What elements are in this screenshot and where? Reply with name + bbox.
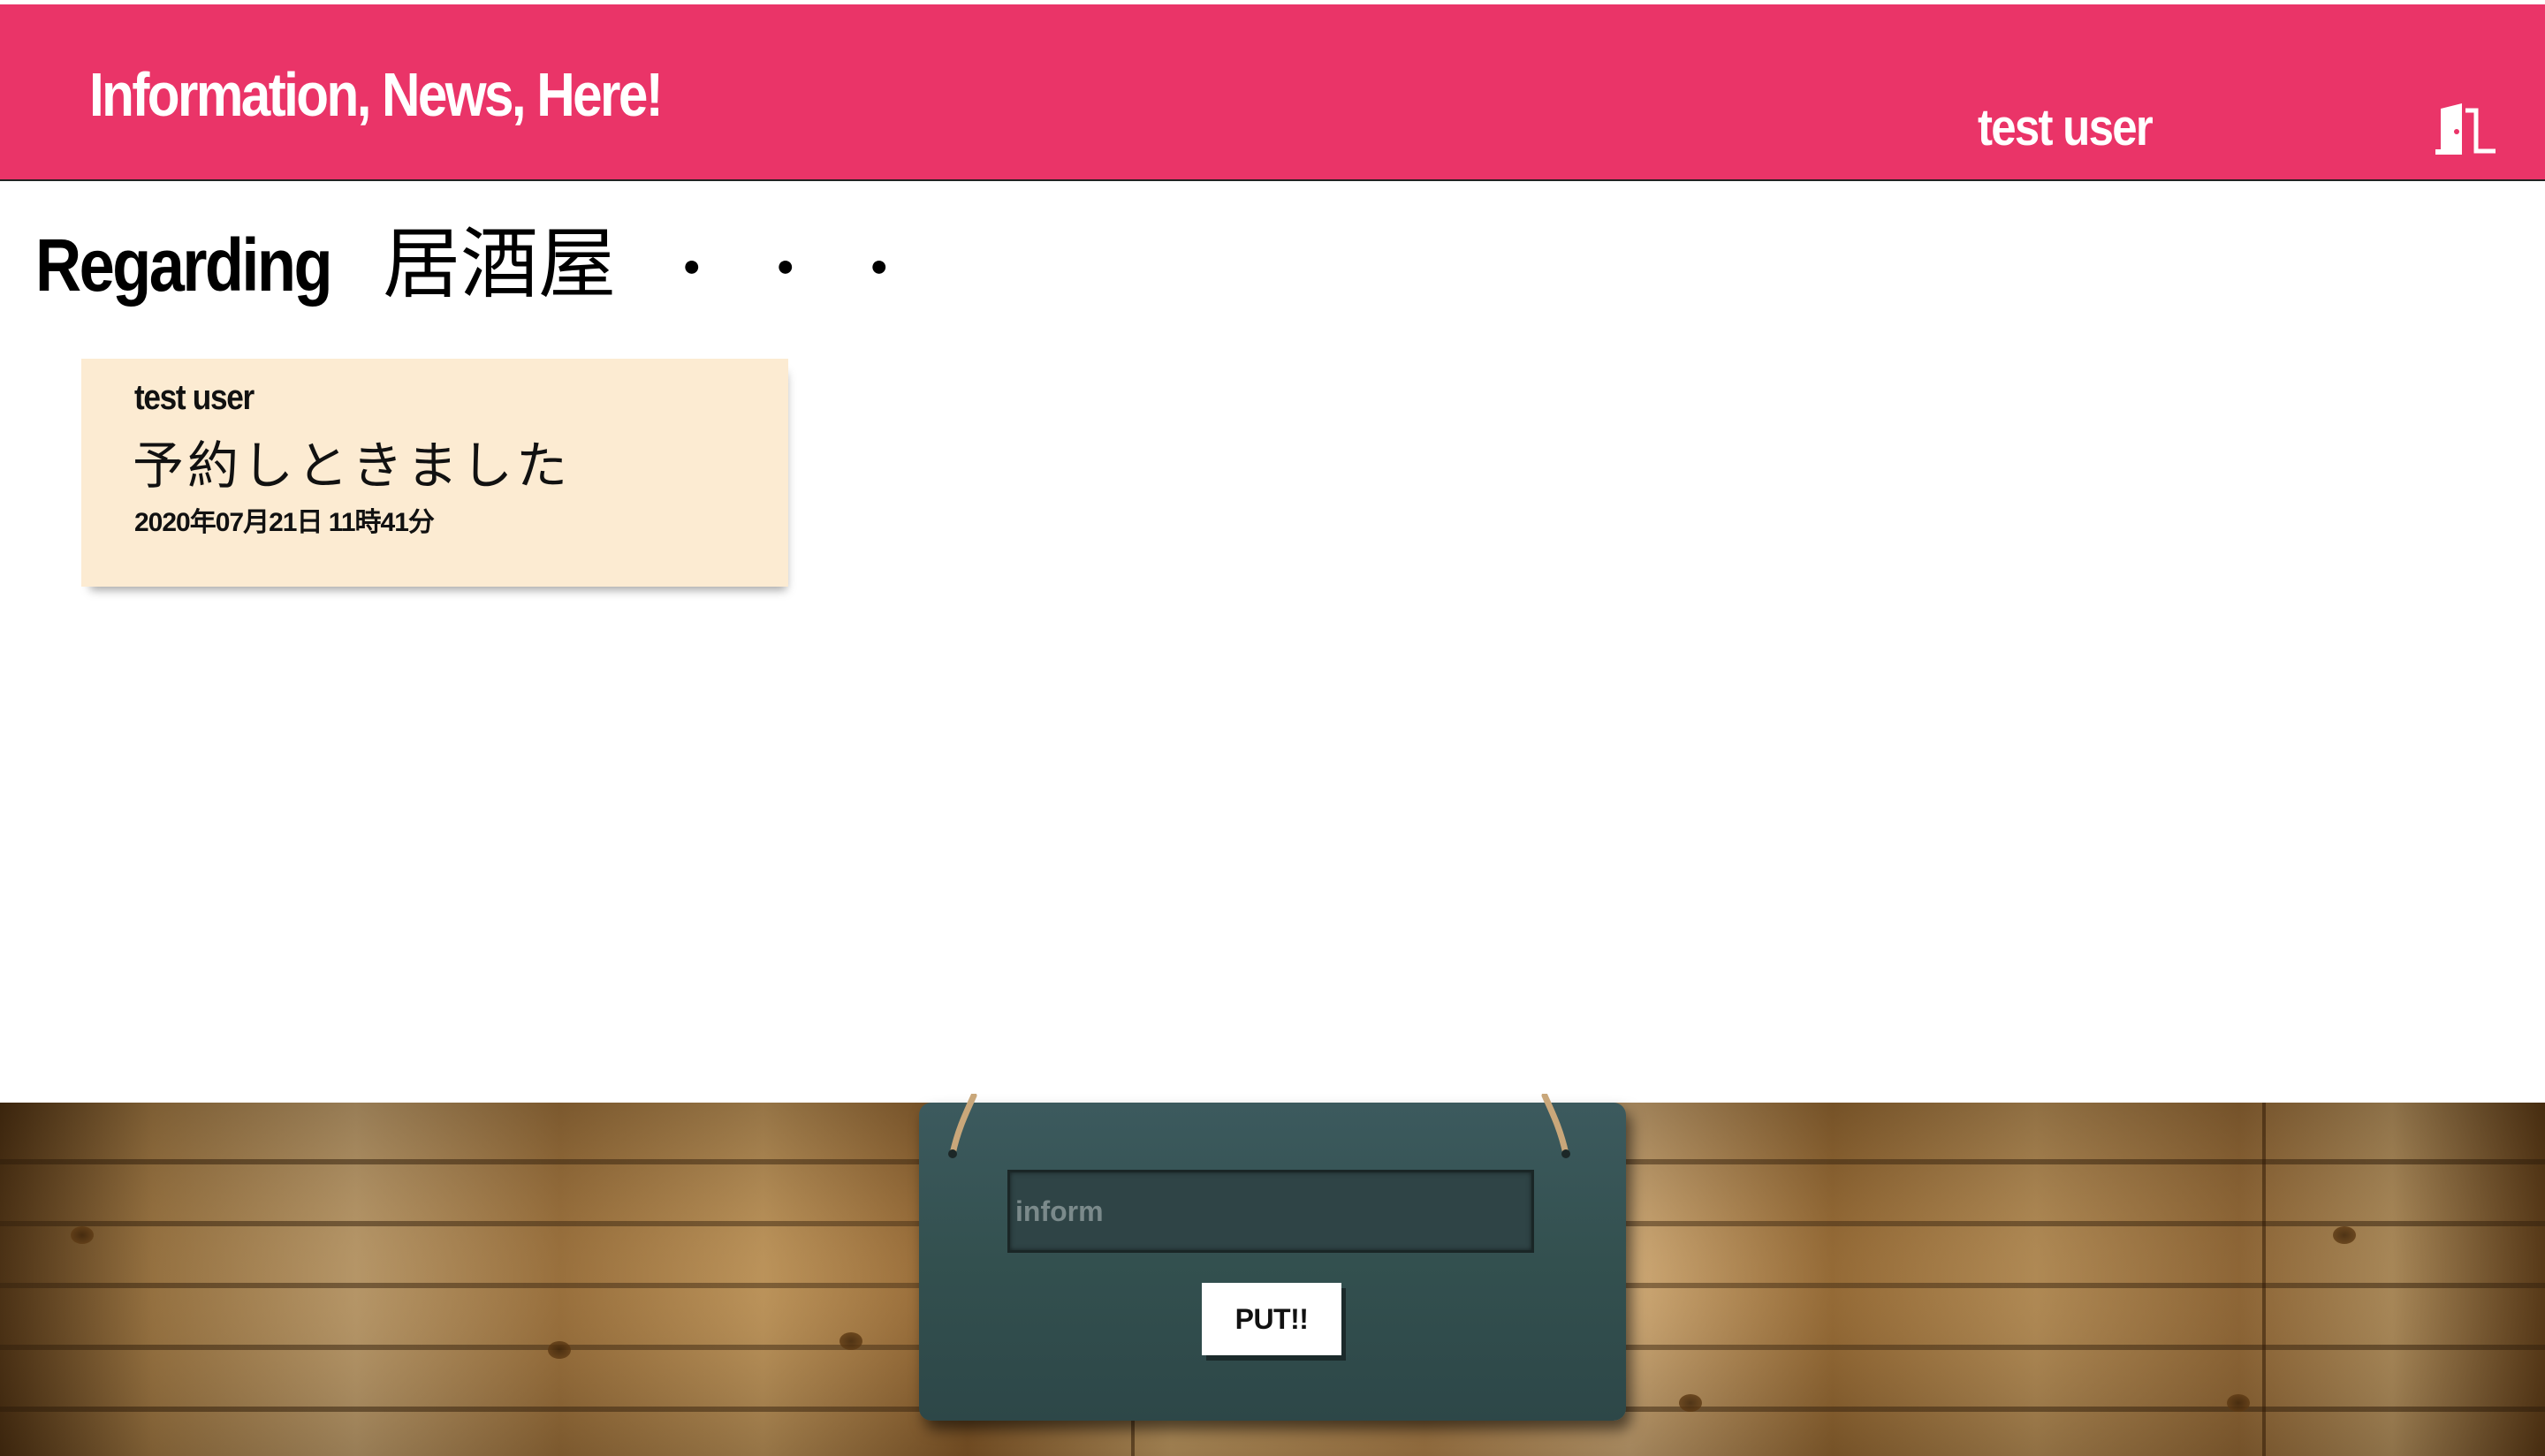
page-title-suffix: ・・・ xyxy=(660,233,942,306)
post-timestamp: 2020年07月21日 11時41分 xyxy=(134,508,435,537)
wood-knot xyxy=(839,1332,862,1350)
inform-input[interactable] xyxy=(1007,1170,1534,1253)
post-card: test user 予約しときました 2020年07月21日 11時41分 xyxy=(81,359,788,587)
current-username: test user xyxy=(1978,99,2154,156)
rope-right xyxy=(1541,1094,1570,1158)
wood-seam xyxy=(2262,1103,2266,1456)
wood-knot xyxy=(71,1226,94,1244)
wood-knot xyxy=(2227,1394,2250,1412)
put-button[interactable]: PUT!! xyxy=(1202,1283,1341,1355)
wood-knot xyxy=(548,1341,571,1359)
page-title: Regarding 居酒屋 ・・・ xyxy=(35,201,942,314)
wood-knot xyxy=(1679,1394,1702,1412)
page-title-topic: 居酒屋 xyxy=(383,218,617,309)
post-author: test user xyxy=(134,378,254,417)
door-exit-icon[interactable] xyxy=(2432,102,2503,158)
site-title[interactable]: Information, News, Here! xyxy=(89,59,664,130)
page-title-prefix: Regarding xyxy=(35,224,333,307)
header-bar: Information, News, Here! test user xyxy=(0,4,2545,181)
rope-left xyxy=(948,1094,977,1158)
wood-knot xyxy=(2333,1226,2356,1244)
chalkboard-form: PUT!! xyxy=(919,1094,1626,1421)
post-message: 予約しときました xyxy=(133,436,572,496)
